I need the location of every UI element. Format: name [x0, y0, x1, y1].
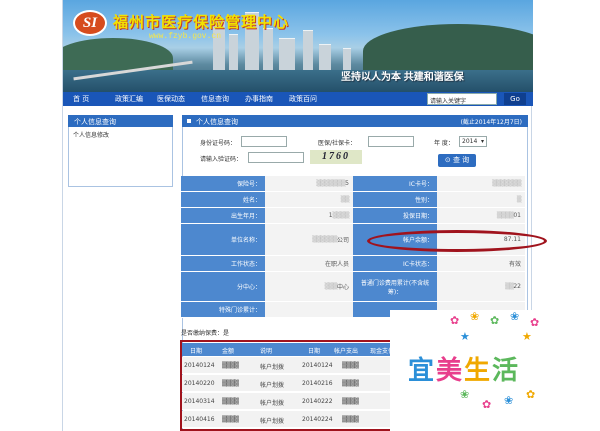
flower-icon: ✿ — [490, 314, 500, 327]
search-icon: ⊙ — [444, 156, 451, 164]
info-row: 分中心： ▒▒▒ 中心 普通门诊费用累计(不含统筹)： ▒▒ 22 — [181, 272, 525, 302]
ic-card-status-value: 有效 — [437, 256, 525, 271]
branch-center-value: ▒▒▒ 中心 — [265, 272, 353, 301]
chevron-down-icon: ▾ — [480, 138, 484, 145]
captcha-label: 请输入验证码： — [200, 156, 243, 163]
redacted-text: ▒▒ — [505, 283, 514, 290]
ledger-highlight-box — [180, 340, 422, 431]
sidebar-item-edit-profile[interactable]: 个人信息修改 — [73, 130, 109, 139]
redacted-text: ▒▒▒▒▒▒▒ — [492, 180, 521, 187]
id-number-input[interactable] — [241, 136, 287, 147]
redacted-text: ▒▒ — [340, 196, 350, 203]
nav-item-news[interactable]: 医保动态 — [157, 94, 185, 104]
redacted-text: ▒▒▒▒▒▒▒ — [316, 180, 346, 187]
balance-highlight-ring — [367, 230, 547, 252]
nav-item-query[interactable]: 信息查询 — [201, 94, 229, 104]
name-value: ▒▒ — [265, 192, 353, 207]
redacted-text: ▒▒▒▒ — [496, 212, 514, 219]
flower-icon: ✿ — [530, 316, 540, 329]
info-row: 工作状态： 在职人员 IC卡状态： 有效 — [181, 256, 525, 272]
query-submit-button[interactable]: ⊙ 查 询 — [438, 154, 476, 167]
id-number-label: 身份证号码： — [200, 140, 237, 147]
redacted-text: ▒ — [516, 196, 522, 203]
bullet-icon — [187, 119, 191, 123]
ic-card-number-label: IC卡号： — [353, 176, 437, 191]
special-outpatient-value — [265, 302, 353, 317]
captcha-input[interactable] — [248, 152, 304, 163]
card-number-label: 医保/社保卡： — [318, 140, 357, 147]
search-input[interactable]: 请输入关键字 — [427, 93, 497, 105]
panel-date: (截止2014年12月7日) — [460, 119, 522, 126]
ic-card-number-value: ▒▒▒▒▒▒▒ — [437, 176, 525, 191]
site-logo[interactable]: SI — [73, 10, 107, 36]
flower-icon: ✿ — [526, 388, 536, 401]
gender-value: ▒ — [437, 192, 525, 207]
card-number-input[interactable] — [368, 136, 414, 147]
star-icon: ★ — [460, 330, 470, 343]
query-submit-label: 查 询 — [452, 156, 470, 164]
main-nav: 首 页 政策汇编 医保动态 信息查询 办事指南 政策百问 请输入关键字 Go — [63, 92, 533, 106]
site-slogan: 坚持以人为本 共建和谐医保 — [341, 72, 464, 83]
site-banner: SI 福州市医疗保险管理中心 www.fzyb.gov.cn 坚持以人为本 共建… — [63, 0, 533, 92]
flower-icon: ❀ — [460, 388, 470, 401]
name-label: 姓名： — [181, 192, 265, 207]
work-status-value: 在职人员 — [265, 256, 353, 271]
outpatient-total-value: ▒▒ 22 — [437, 272, 525, 301]
info-row: 保险号： ▒▒▒▒▒▒▒ 5 IC卡号： ▒▒▒▒▒▒▒ — [181, 176, 525, 192]
flower-icon: ❀ — [470, 310, 480, 323]
nav-item-faq[interactable]: 政策百问 — [289, 94, 317, 104]
panel-header: 个人信息查询 (截止2014年12月7日) — [182, 115, 528, 127]
nav-item-home[interactable]: 首 页 — [73, 94, 89, 104]
redacted-text: ▒▒▒ — [324, 283, 338, 290]
special-outpatient-label: 特殊门诊累计： — [181, 302, 265, 317]
site-url: www.fzyb.gov.cn — [149, 32, 222, 41]
outpatient-total-label: 普通门诊费用累计(不含统筹)： — [353, 272, 437, 301]
redacted-text: ▒▒▒▒ — [332, 212, 350, 219]
star-icon: ★ — [522, 330, 532, 343]
year-select[interactable]: 2014 ▾ — [459, 136, 487, 147]
year-value: 2014 — [462, 138, 478, 145]
info-row: 姓名： ▒▒ 性别： ▒ — [181, 192, 525, 208]
enroll-date-value: ▒▒▒▒ 01 — [437, 208, 525, 223]
watermark-text: 宜美生活 — [408, 356, 521, 386]
gender-label: 性别： — [353, 192, 437, 207]
work-status-label: 工作状态： — [181, 256, 265, 271]
employer-label: 单位名称： — [181, 224, 265, 255]
watermark: ✿ ❀ ✿ ❀ ✿ ★ ★ 宜美生活 ❀ ✿ ❀ ✿ — [390, 310, 600, 431]
branch-center-label: 分中心： — [181, 272, 265, 301]
search-go-button[interactable]: Go — [504, 93, 526, 105]
year-label: 年 度： — [434, 140, 454, 147]
nav-item-guide[interactable]: 办事指南 — [245, 94, 273, 104]
flower-icon: ✿ — [450, 314, 460, 327]
flower-icon: ✿ — [482, 398, 492, 411]
flower-icon: ❀ — [510, 310, 520, 323]
insurance-number-label: 保险号： — [181, 176, 265, 191]
enroll-date-label: 投保日期： — [353, 208, 437, 223]
employer-value: ▒▒▒▒▒▒ 公司 — [265, 224, 353, 255]
site-title: 福州市医疗保险管理中心 — [113, 14, 290, 31]
redacted-text: ▒▒▒▒▒▒ — [312, 236, 337, 243]
info-row: 出生年月： 1 ▒▒▒▒ 投保日期： ▒▒▒▒ 01 — [181, 208, 525, 224]
birth-date-label: 出生年月： — [181, 208, 265, 223]
sidebar-title: 个人信息查询 — [68, 115, 173, 127]
premium-status-line: 是否缴纳保费：是 — [181, 330, 230, 337]
captcha-image[interactable]: 1760 — [310, 150, 362, 164]
ic-card-status-label: IC卡状态： — [353, 256, 437, 271]
insurance-number-value: ▒▒▒▒▒▒▒ 5 — [265, 176, 353, 191]
nav-item-policy[interactable]: 政策汇编 — [115, 94, 143, 104]
panel-title: 个人信息查询 — [196, 118, 238, 126]
birth-date-value: 1 ▒▒▒▒ — [265, 208, 353, 223]
flower-icon: ❀ — [504, 394, 514, 407]
